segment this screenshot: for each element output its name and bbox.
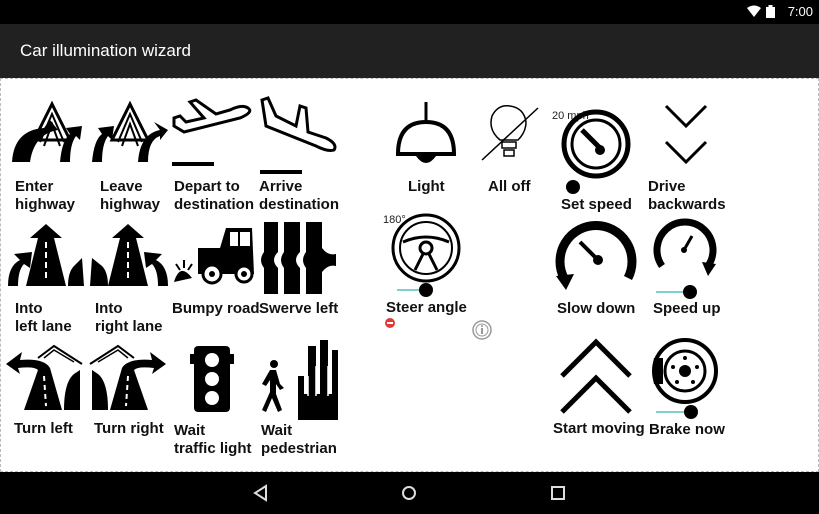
start-moving-button[interactable]: Start moving [552,336,648,441]
arrive-label-1: Arrive [259,178,303,195]
into-right-lane-button[interactable]: Into right lane [88,222,172,337]
brake-now-button[interactable]: Brake now [647,336,729,441]
turn-left-button[interactable]: Turn left [4,342,88,442]
enter-highway-button[interactable]: Enter highway [4,100,88,215]
enter-highway-icon [12,100,82,162]
speed-up-speedometer-icon [653,218,717,276]
wait-pedestrian-label-2: pedestrian [261,440,337,457]
remove-icon[interactable] [385,318,395,328]
speed-up-slider-track[interactable] [656,291,686,293]
leave-highway-icon [92,100,168,162]
arrive-label-2: destination [259,196,340,213]
steer-angle-label: Steer angle [386,299,467,316]
home-icon[interactable] [396,480,422,506]
navigation-bar [0,472,819,514]
into-right-lane-label-1: Into [95,300,123,317]
bumpy-road-icon [174,228,254,285]
brake-now-slider-thumb[interactable] [684,405,698,419]
turn-right-icon [89,344,166,410]
brake-now-label: Brake now [649,421,725,438]
steer-angle-slider-thumb[interactable] [419,283,433,297]
status-bar: 7:00 [0,0,819,24]
brake-disc-icon [652,338,718,404]
bumpy-road-button[interactable]: Bumpy road [170,222,260,322]
traffic-light-icon [190,346,234,412]
wait-pedestrian-button[interactable]: Wait pedestrian [256,336,342,462]
turn-right-button[interactable]: Turn right [88,342,172,442]
slow-down-button[interactable]: Slow down [552,216,644,321]
speed-up-button[interactable]: Speed up [650,216,730,321]
all-off-button[interactable]: All off [478,100,548,200]
leave-highway-label-2: highway [100,196,161,213]
all-off-label: All off [488,178,531,195]
set-speed-label: Set speed [561,196,632,213]
wait-traffic-light-label-2: traffic light [174,440,252,457]
speedometer-icon [561,109,631,179]
lane-change-left-icon [8,224,84,286]
app-bar: Car illumination wizard [0,24,819,78]
drive-backwards-button[interactable]: Drive backwards [646,100,730,215]
drive-backwards-label-1: Drive [648,178,686,195]
leave-highway-button[interactable]: Leave highway [88,100,172,215]
swerve-left-label: Swerve left [259,300,339,317]
airplane-takeoff-icon [172,98,252,166]
bulb-off-icon [481,104,539,161]
into-left-lane-label-1: Into [15,300,43,317]
status-time: 7:00 [787,4,813,19]
slow-down-speedometer-icon [555,221,637,290]
set-speed-button[interactable]: 20 mph Set speed [552,106,642,216]
enter-highway-label-1: Enter [15,178,54,195]
start-moving-label: Start moving [553,420,645,437]
depart-button[interactable]: Depart to destination [170,96,256,215]
ceiling-lamp-icon [395,102,457,163]
double-chevron-down-icon [664,104,708,164]
bumpy-road-label: Bumpy road [172,300,260,317]
back-icon[interactable] [248,480,274,506]
steering-wheel-icon [391,213,461,283]
brake-now-slider-track[interactable] [656,411,686,413]
depart-label-1: Depart to [174,178,240,195]
slow-down-label: Slow down [557,300,636,317]
pedestrian-stop-icon [262,340,338,420]
double-chevron-up-icon [560,338,632,414]
wait-traffic-light-button[interactable]: Wait traffic light [170,342,256,462]
app-title: Car illumination wizard [20,41,192,60]
turn-right-label: Turn right [94,420,164,437]
light-label: Light [408,178,445,195]
airplane-landing-icon [260,96,337,174]
depart-label-2: destination [174,196,255,213]
wait-pedestrian-label-1: Wait [261,422,293,439]
into-left-lane-label-2: left lane [15,318,72,335]
steer-angle-button[interactable]: 180° Steer angle [383,210,479,330]
drive-backwards-label-2: backwards [648,196,726,213]
swerve-left-button[interactable]: Swerve left [256,222,342,322]
wifi-icon [747,5,761,17]
wait-traffic-light-label-1: Wait [174,422,206,439]
into-left-lane-button[interactable]: Into left lane [4,222,88,337]
recents-icon[interactable] [545,480,571,506]
speed-up-slider-thumb[interactable] [683,285,697,299]
info-icon[interactable] [472,320,492,340]
lane-change-right-icon [90,224,168,286]
arrive-button[interactable]: Arrive destination [256,96,342,215]
light-button[interactable]: Light [388,100,464,200]
swerve-road-icon [261,222,336,294]
turn-left-icon [6,344,83,410]
battery-icon [766,5,775,18]
speed-up-label: Speed up [653,300,721,317]
into-right-lane-label-2: right lane [95,318,163,335]
set-speed-slider-thumb[interactable] [566,180,580,194]
turn-left-label: Turn left [14,420,73,437]
leave-highway-label-1: Leave [100,178,143,195]
enter-highway-label-2: highway [15,196,76,213]
